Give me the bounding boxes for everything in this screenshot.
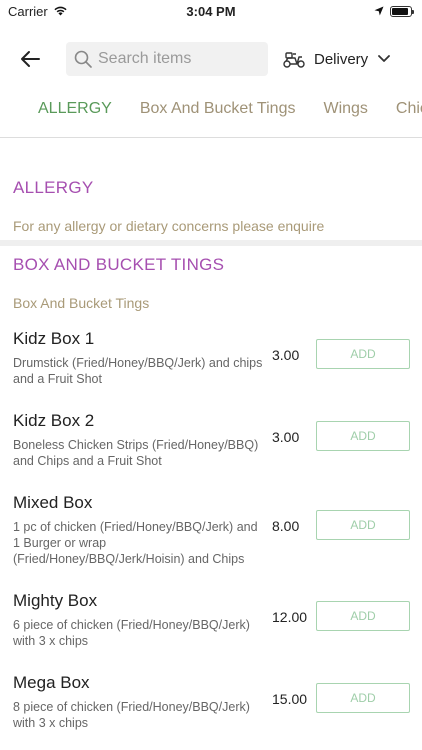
item-name: Kidz Box 2 — [13, 411, 95, 430]
tab-chicken[interactable]: Chicken — [388, 96, 422, 137]
item-price: 8.00 — [272, 518, 300, 534]
item-name: Mega Box — [13, 673, 90, 692]
tab-allergy[interactable]: ALLERGY — [30, 96, 120, 137]
search-input[interactable] — [98, 50, 258, 68]
delivery-selector[interactable]: Delivery — [282, 50, 391, 68]
item-price: 3.00 — [272, 347, 300, 363]
list-item: Kidz Box 1 Drumstick (Fried/Honey/BBQ/Je… — [0, 329, 422, 411]
item-price: 12.00 — [272, 609, 308, 625]
list-item: Mighty Box 6 piece of chicken (Fried/Hon… — [0, 591, 422, 673]
status-time: 3:04 PM — [186, 4, 236, 19]
scooter-icon — [283, 52, 305, 68]
search-box[interactable] — [66, 42, 268, 76]
item-description: Drumstick (Fried/Honey/BBQ/Jerk) and chi… — [13, 356, 263, 386]
item-name: Mighty Box — [13, 591, 98, 610]
item-description: 8 piece of chicken (Fried/Honey/BBQ/Jerk… — [13, 700, 250, 730]
add-button[interactable]: ADD — [316, 339, 410, 369]
back-button[interactable] — [16, 45, 44, 73]
item-description: Boneless Chicken Strips (Fried/Honey/BBQ… — [13, 438, 259, 468]
header: Delivery — [0, 22, 422, 96]
item-info: Mixed Box 1 pc of chicken (Fried/Honey/B… — [13, 493, 263, 591]
list-item: Kidz Box 2 Boneless Chicken Strips (Frie… — [0, 411, 422, 493]
add-button[interactable]: ADD — [316, 421, 410, 451]
item-name: Kidz Box 1 — [13, 329, 95, 348]
add-button[interactable]: ADD — [316, 683, 410, 713]
chevron-down-icon — [378, 55, 391, 62]
box-section-subtitle: Box And Bucket Tings — [13, 295, 150, 311]
item-name: Mixed Box — [13, 493, 93, 512]
item-description: 1 pc of chicken (Fried/Honey/BBQ/Jerk) a… — [13, 520, 258, 566]
item-description: 6 piece of chicken (Fried/Honey/BBQ/Jerk… — [13, 618, 250, 648]
item-info: Mega Box 8 piece of chicken (Fried/Honey… — [13, 673, 263, 735]
allergy-section-subtitle: For any allergy or dietary concerns plea… — [13, 218, 325, 234]
item-price: 3.00 — [272, 429, 300, 445]
delivery-label: Delivery — [314, 50, 369, 68]
list-item: Mega Box 8 piece of chicken (Fried/Honey… — [0, 673, 422, 735]
tab-box-and-bucket-tings[interactable]: Box And Bucket Tings — [132, 96, 304, 137]
battery-level — [392, 7, 409, 15]
search-icon — [74, 50, 92, 68]
category-tabs: ALLERGY Box And Bucket Tings Wings Chick… — [0, 96, 422, 138]
item-info: Kidz Box 1 Drumstick (Fried/Honey/BBQ/Je… — [13, 329, 263, 411]
item-info: Kidz Box 2 Boneless Chicken Strips (Frie… — [13, 411, 263, 493]
allergy-section-title: ALLERGY — [13, 178, 94, 197]
list-item: Mixed Box 1 pc of chicken (Fried/Honey/B… — [0, 493, 422, 591]
item-info: Mighty Box 6 piece of chicken (Fried/Hon… — [13, 591, 263, 673]
box-section-title: BOX AND BUCKET TINGS — [13, 255, 225, 274]
add-button[interactable]: ADD — [316, 601, 410, 631]
item-price: 15.00 — [272, 691, 308, 707]
battery-icon — [390, 5, 414, 17]
add-button[interactable]: ADD — [316, 510, 410, 540]
back-arrow-icon — [21, 51, 40, 67]
status-bar: Carrier 3:04 PM — [0, 0, 422, 22]
tab-wings[interactable]: Wings — [315, 96, 375, 137]
